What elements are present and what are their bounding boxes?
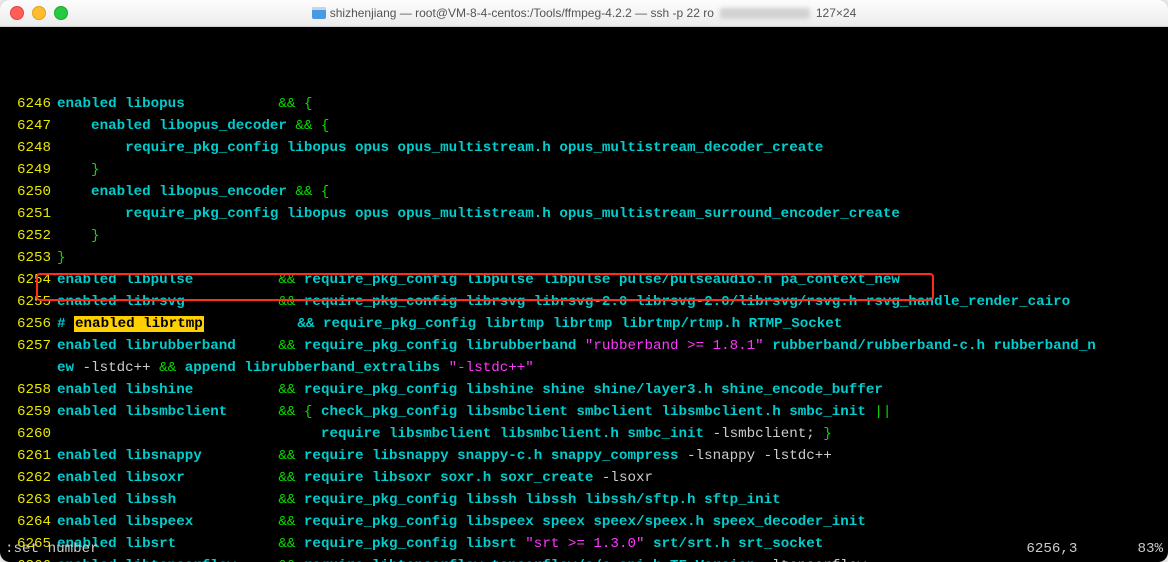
line-number: 6250	[5, 181, 51, 203]
line-number: 6256	[5, 313, 51, 335]
code-text: enabled libsnappy && require libsnappy s…	[57, 445, 1163, 467]
code-line: 6260 require libsmbclient libsmbclient.h…	[5, 423, 1163, 445]
code-text: enabled libsmbclient && { check_pkg_conf…	[57, 401, 1163, 423]
terminal-body[interactable]: 6246enabled libopus && {6247 enabled lib…	[0, 27, 1168, 562]
code-line: 6248 require_pkg_config libopus opus opu…	[5, 137, 1163, 159]
line-number: 6252	[5, 225, 51, 247]
line-number: 6251	[5, 203, 51, 225]
code-line: 6253}	[5, 247, 1163, 269]
code-text: enabled libssh && require_pkg_config lib…	[57, 489, 1163, 511]
line-number: 6255	[5, 291, 51, 313]
code-text: enabled libshine && require_pkg_config l…	[57, 379, 1163, 401]
code-text: enabled libspeex && require_pkg_config l…	[57, 511, 1163, 533]
vim-status-line: :set number 6256,3 83%	[5, 538, 1163, 560]
vim-cursor-position: 6256,3	[1026, 538, 1077, 560]
code-line: 6264 enabled libspeex && require_pkg_conf…	[5, 511, 1163, 533]
line-number: 6263	[5, 489, 51, 511]
line-number: 6249	[5, 159, 51, 181]
line-number: 6260	[5, 423, 51, 445]
code-line: 6250 enabled libopus_encoder && {	[5, 181, 1163, 203]
window-title: shizhenjiang — root@VM-8-4-centos:/Tools…	[0, 6, 1168, 20]
code-line: 6257 enabled librubberband && require_pkg…	[5, 335, 1163, 357]
code-line: 6251 require_pkg_config libopus opus opu…	[5, 203, 1163, 225]
minimize-icon[interactable]	[32, 6, 46, 20]
code-text: enabled libopus && {	[57, 93, 1163, 115]
code-line: 6263 enabled libssh && require_pkg_config…	[5, 489, 1163, 511]
code-text: ew -lstdc++ && append librubberband_extr…	[57, 357, 1163, 379]
zoom-icon[interactable]	[54, 6, 68, 20]
terminal-window: shizhenjiang — root@VM-8-4-centos:/Tools…	[0, 0, 1168, 562]
line-number: 6248	[5, 137, 51, 159]
code-text: }	[57, 225, 1163, 247]
line-number: 6261	[5, 445, 51, 467]
code-text: # enabled librtmp && require_pkg_config …	[57, 313, 1163, 335]
line-number: 6264	[5, 511, 51, 533]
code-line: 6249 }	[5, 159, 1163, 181]
code-text: enabled libopus_decoder && {	[57, 115, 1163, 137]
code-line: 6255 enabled librsvg && require_pkg_confi…	[5, 291, 1163, 313]
code-line: 6262 enabled libsoxr && require libsoxr s…	[5, 467, 1163, 489]
window-title-right: 127×24	[816, 6, 856, 20]
line-number: 6254	[5, 269, 51, 291]
code-text: }	[57, 159, 1163, 181]
code-text: require_pkg_config libopus opus opus_mul…	[57, 203, 1163, 225]
folder-icon	[312, 7, 326, 19]
code-text: enabled librubberband && require_pkg_con…	[57, 335, 1163, 357]
code-text: require_pkg_config libopus opus opus_mul…	[57, 137, 1163, 159]
code-line: 6261 enabled libsnappy && require libsnap…	[5, 445, 1163, 467]
code-text: enabled libpulse && require_pkg_config l…	[57, 269, 1163, 291]
traffic-lights	[0, 6, 68, 20]
line-number: 6262	[5, 467, 51, 489]
code-line: 6256 # enabled librtmp && require_pkg_con…	[5, 313, 1163, 335]
titlebar[interactable]: shizhenjiang — root@VM-8-4-centos:/Tools…	[0, 0, 1168, 27]
code-line: ew -lstdc++ && append librubberband_extr…	[5, 357, 1163, 379]
line-number: 6257	[5, 335, 51, 357]
line-number: 6246	[5, 93, 51, 115]
vim-command: :set number	[5, 538, 99, 560]
code-line: 6254 enabled libpulse && require_pkg_conf…	[5, 269, 1163, 291]
vim-scroll-percent: 83%	[1137, 538, 1163, 560]
code-line: 6247 enabled libopus_decoder && {	[5, 115, 1163, 137]
redacted-segment	[720, 8, 810, 19]
line-number: 6258	[5, 379, 51, 401]
code-text: require libsmbclient libsmbclient.h smbc…	[57, 423, 1163, 445]
line-number: 6247	[5, 115, 51, 137]
line-number	[5, 357, 51, 379]
line-number: 6253	[5, 247, 51, 269]
code-text: enabled libopus_encoder && {	[57, 181, 1163, 203]
close-icon[interactable]	[10, 6, 24, 20]
code-line: 6259 enabled libsmbclient && { check_pkg_…	[5, 401, 1163, 423]
code-line: 6258 enabled libshine && require_pkg_conf…	[5, 379, 1163, 401]
code-line: 6246 enabled libopus && {	[5, 93, 1163, 115]
code-text: enabled libsoxr && require libsoxr soxr.…	[57, 467, 1163, 489]
code-text: }	[57, 247, 1163, 269]
code-line: 6252 }	[5, 225, 1163, 247]
window-title-left: shizhenjiang — root@VM-8-4-centos:/Tools…	[330, 6, 714, 20]
line-number: 6259	[5, 401, 51, 423]
code-text: enabled librsvg && require_pkg_config li…	[57, 291, 1163, 313]
